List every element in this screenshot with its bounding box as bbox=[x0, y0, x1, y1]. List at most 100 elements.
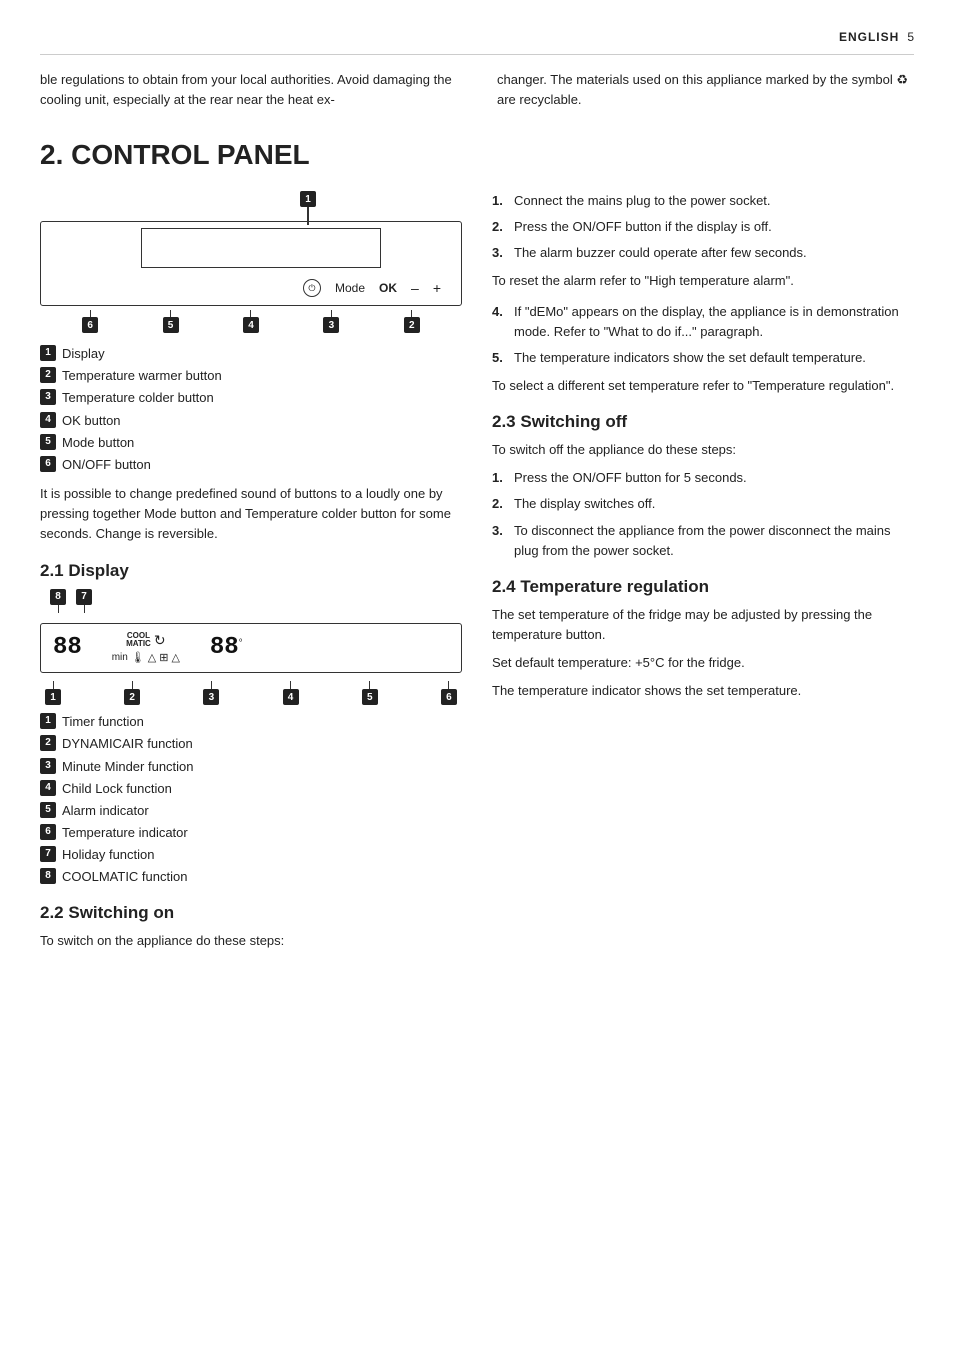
main-content: 1 ⏻ Mode OK – + bbox=[40, 191, 914, 959]
ok-btn-label: OK bbox=[379, 281, 397, 295]
display-label-4: 4 Child Lock function bbox=[40, 780, 462, 798]
display-label-8: 8 COOLMATIC function bbox=[40, 868, 462, 886]
min-label: min bbox=[112, 652, 128, 663]
section-2-2-title: 2.2 Switching on bbox=[40, 903, 462, 923]
display-label-7-text: Holiday function bbox=[62, 846, 155, 864]
buttons-bar: ⏻ Mode OK – + bbox=[41, 279, 461, 297]
section-2-4-title: 2.4 Temperature regulation bbox=[492, 577, 914, 597]
tick-2 bbox=[411, 310, 412, 317]
triangle-icon: △ bbox=[148, 651, 156, 664]
badge-1-top: 1 bbox=[300, 191, 316, 207]
display-label-1-text: Timer function bbox=[62, 713, 144, 731]
display-label-1: 1 Timer function bbox=[40, 713, 462, 731]
section-2-4-body1: The set temperature of the fridge may be… bbox=[492, 605, 914, 645]
disp-badge-8: 8 bbox=[40, 868, 56, 884]
intro-right-text: changer. The materials used on this appl… bbox=[497, 70, 914, 109]
mode-btn-label: Mode bbox=[335, 281, 365, 295]
degree-circle: ° bbox=[239, 638, 243, 649]
left-digit-2: 8 bbox=[67, 634, 81, 661]
disp-badge-5: 5 bbox=[40, 802, 56, 818]
step-3-num: 3. bbox=[492, 243, 508, 263]
control-panel-box: ⏻ Mode OK – + bbox=[40, 221, 462, 306]
switching-on-steps: 1. Connect the mains plug to the power s… bbox=[492, 191, 914, 263]
display-label-6: 6 Temperature indicator bbox=[40, 824, 462, 842]
step-2-num: 2. bbox=[492, 217, 508, 237]
disp-badge-3: 3 bbox=[40, 758, 56, 774]
panel-label-3-text: Temperature colder button bbox=[62, 389, 214, 407]
step-1: 1. Connect the mains plug to the power s… bbox=[492, 191, 914, 211]
panel-label-5: 5 Mode button bbox=[40, 434, 462, 452]
disp-badge-4: 4 bbox=[40, 780, 56, 796]
control-panel-diagram: 1 ⏻ Mode OK – + bbox=[40, 191, 462, 333]
off-step-1-num: 1. bbox=[492, 468, 508, 488]
disp-badge-2: 2 bbox=[40, 735, 56, 751]
intro-left: ble regulations to obtain from your loca… bbox=[40, 70, 457, 109]
bottom-num-5: 5 bbox=[163, 310, 179, 333]
step-2-text: Press the ON/OFF button if the display i… bbox=[514, 217, 772, 237]
diag-num-3: 3 bbox=[203, 681, 219, 705]
display-box-inner: 8 8 COOLMATIC ↻ min 🌡 bbox=[40, 623, 462, 674]
display-label-2: 2 DYNAMICAIR function bbox=[40, 735, 462, 753]
intro-right: changer. The materials used on this appl… bbox=[497, 70, 914, 109]
display-label-4-text: Child Lock function bbox=[62, 780, 172, 798]
display-label-3-text: Minute Minder function bbox=[62, 758, 194, 776]
right-digit-2: 8 bbox=[224, 634, 238, 661]
badge-6: 6 bbox=[40, 456, 56, 472]
bottom-num-6: 6 bbox=[82, 310, 98, 333]
display-bottom-nums: 1 2 3 4 5 bbox=[40, 681, 462, 705]
onoff-btn-circle: ⏻ bbox=[303, 279, 321, 297]
display-box bbox=[141, 228, 381, 268]
step-3-text: The alarm buzzer could operate after few… bbox=[514, 243, 807, 263]
step-5-num: 5. bbox=[492, 348, 508, 368]
bottom-icons-row: min 🌡 △ ⊞ △ bbox=[112, 651, 180, 664]
section-2-3-title: 2.3 Switching off bbox=[492, 412, 914, 432]
coolmatic-label: COOLMATIC bbox=[126, 632, 151, 650]
switching-on-steps-cont: 4. If "dEMo" appears on the display, the… bbox=[492, 302, 914, 368]
off-step-1-text: Press the ON/OFF button for 5 seconds. bbox=[514, 468, 747, 488]
intro-left-text: ble regulations to obtain from your loca… bbox=[40, 70, 457, 109]
right-seg-display: 8 8 ° bbox=[210, 634, 243, 661]
diag-num-8-top: 8 bbox=[50, 589, 66, 613]
left-digit-1: 8 bbox=[53, 634, 67, 661]
bottom-num-3: 3 bbox=[323, 310, 339, 333]
panel-label-1: 1 Display bbox=[40, 345, 462, 363]
diag-num-1: 1 bbox=[45, 681, 61, 705]
diag-num-6: 6 bbox=[441, 681, 457, 705]
left-seg-display: 8 8 bbox=[53, 634, 82, 661]
bottom-nums-row: 6 5 4 3 2 bbox=[40, 310, 462, 333]
right-column: 1. Connect the mains plug to the power s… bbox=[492, 191, 914, 959]
section-2-2-body: To switch on the appliance do these step… bbox=[40, 931, 462, 951]
section-2-1-title: 2.1 Display bbox=[40, 561, 462, 581]
step-4-text: If "dEMo" appears on the display, the ap… bbox=[514, 302, 914, 342]
minus-btn-label: – bbox=[411, 280, 419, 296]
panel-label-4: 4 OK button bbox=[40, 412, 462, 430]
diag-num-2: 2 bbox=[124, 681, 140, 705]
off-step-2: 2. The display switches off. bbox=[492, 494, 914, 514]
tick-3 bbox=[331, 310, 332, 317]
left-column: 1 ⏻ Mode OK – + bbox=[40, 191, 462, 959]
header-language: ENGLISH bbox=[839, 30, 899, 44]
panel-label-3: 3 Temperature colder button bbox=[40, 389, 462, 407]
display-label-3: 3 Minute Minder function bbox=[40, 758, 462, 776]
plus-btn-label: + bbox=[433, 280, 441, 296]
alarm-icon: △ bbox=[171, 651, 179, 664]
middle-icons: COOLMATIC ↻ min 🌡 △ ⊞ △ bbox=[96, 632, 196, 665]
bottom-num-2: 2 bbox=[404, 310, 420, 333]
disp-badge-6: 6 bbox=[40, 824, 56, 840]
header-pagenum: 5 bbox=[907, 30, 914, 44]
panel-label-2: 2 Temperature warmer button bbox=[40, 367, 462, 385]
right-digit-1: 8 bbox=[210, 634, 224, 661]
display-content: 8 8 COOLMATIC ↻ min 🌡 bbox=[53, 632, 449, 665]
step-3: 3. The alarm buzzer could operate after … bbox=[492, 243, 914, 263]
panel-label-6-text: ON/OFF button bbox=[62, 456, 151, 474]
page: ENGLISH 5 ble regulations to obtain from… bbox=[0, 0, 954, 1352]
off-step-3-num: 3. bbox=[492, 521, 508, 561]
off-step-3-text: To disconnect the appliance from the pow… bbox=[514, 521, 914, 561]
display-label-8-text: COOLMATIC function bbox=[62, 868, 187, 886]
panel-label-4-text: OK button bbox=[62, 412, 121, 430]
disp-badge-1: 1 bbox=[40, 713, 56, 729]
display-label-5-text: Alarm indicator bbox=[62, 802, 149, 820]
off-step-3: 3. To disconnect the appliance from the … bbox=[492, 521, 914, 561]
diag-num-7-top: 7 bbox=[76, 589, 92, 613]
display-label-2-text: DYNAMICAIR function bbox=[62, 735, 193, 753]
